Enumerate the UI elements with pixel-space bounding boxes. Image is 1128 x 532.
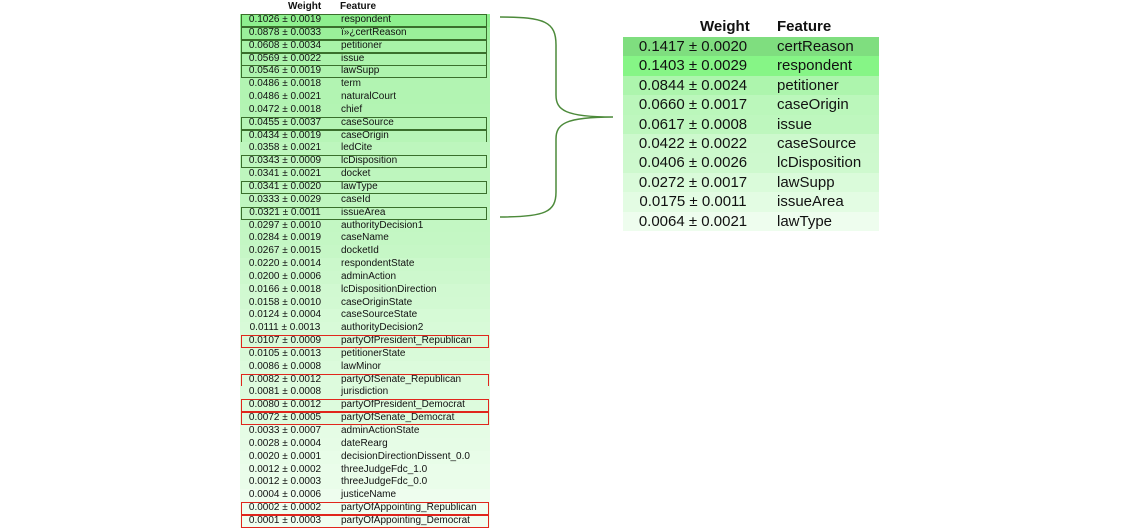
curly-brace-connector: [499, 16, 614, 218]
brace-path: [499, 16, 614, 218]
